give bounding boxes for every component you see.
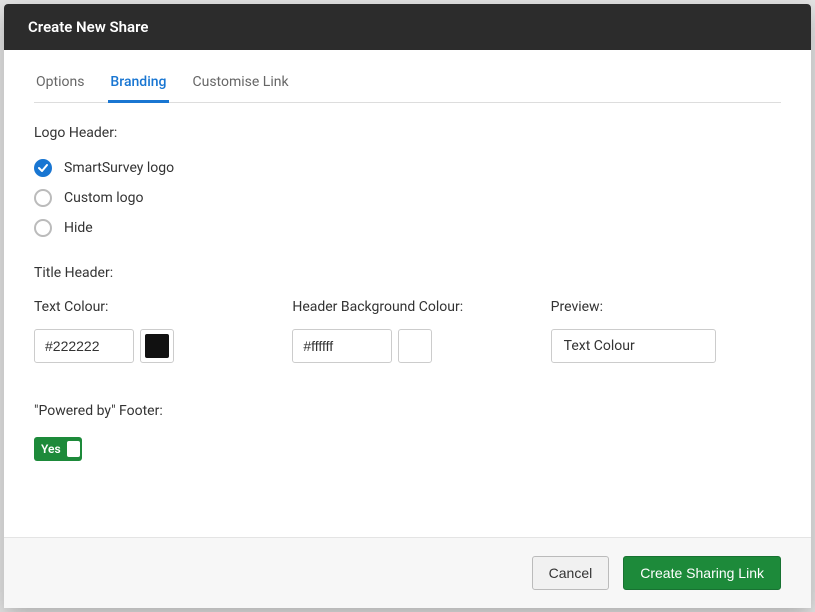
tab-branding[interactable]: Branding bbox=[108, 70, 168, 103]
radio-label: Hide bbox=[64, 220, 93, 236]
swatch-preview bbox=[145, 334, 169, 358]
toggle-label: Yes bbox=[41, 442, 61, 456]
radio-checked-icon bbox=[34, 159, 52, 177]
radio-smartsurvey-logo[interactable]: SmartSurvey logo bbox=[34, 159, 781, 177]
tab-customise-link[interactable]: Customise Link bbox=[191, 70, 291, 103]
tabs: Options Branding Customise Link bbox=[34, 70, 781, 103]
create-share-modal: Create New Share Options Branding Custom… bbox=[4, 4, 811, 608]
text-colour-input[interactable] bbox=[34, 329, 134, 363]
logo-header-radio-group: SmartSurvey logo Custom logo Hide bbox=[34, 159, 781, 237]
radio-unchecked-icon bbox=[34, 219, 52, 237]
preview-label: Preview: bbox=[551, 299, 781, 315]
preview-box: Text Colour bbox=[551, 329, 716, 363]
radio-unchecked-icon bbox=[34, 189, 52, 207]
title-header-row: Text Colour: Header Background Colour: bbox=[34, 299, 781, 363]
text-colour-column: Text Colour: bbox=[34, 299, 264, 363]
preview-column: Preview: Text Colour bbox=[551, 299, 781, 363]
radio-label: Custom logo bbox=[64, 190, 143, 206]
header-bg-input[interactable] bbox=[292, 329, 392, 363]
logo-header-label: Logo Header: bbox=[34, 125, 781, 141]
toggle-knob bbox=[67, 441, 80, 457]
text-colour-swatch[interactable] bbox=[140, 329, 174, 363]
text-colour-label: Text Colour: bbox=[34, 299, 264, 315]
swatch-preview bbox=[403, 334, 427, 358]
create-sharing-link-button[interactable]: Create Sharing Link bbox=[623, 556, 781, 590]
header-bg-swatch[interactable] bbox=[398, 329, 432, 363]
radio-label: SmartSurvey logo bbox=[64, 160, 174, 176]
modal-body: Options Branding Customise Link Logo Hea… bbox=[4, 50, 811, 537]
modal-footer: Cancel Create Sharing Link bbox=[4, 537, 811, 608]
radio-custom-logo[interactable]: Custom logo bbox=[34, 189, 781, 207]
header-bg-label: Header Background Colour: bbox=[292, 299, 522, 315]
powered-by-toggle[interactable]: Yes bbox=[34, 437, 82, 461]
cancel-button[interactable]: Cancel bbox=[532, 556, 610, 590]
title-header-label: Title Header: bbox=[34, 265, 781, 281]
header-bg-column: Header Background Colour: bbox=[292, 299, 522, 363]
tab-options[interactable]: Options bbox=[34, 70, 86, 103]
modal-title: Create New Share bbox=[4, 4, 811, 50]
radio-hide[interactable]: Hide bbox=[34, 219, 781, 237]
powered-by-footer-label: "Powered by" Footer: bbox=[34, 403, 781, 419]
